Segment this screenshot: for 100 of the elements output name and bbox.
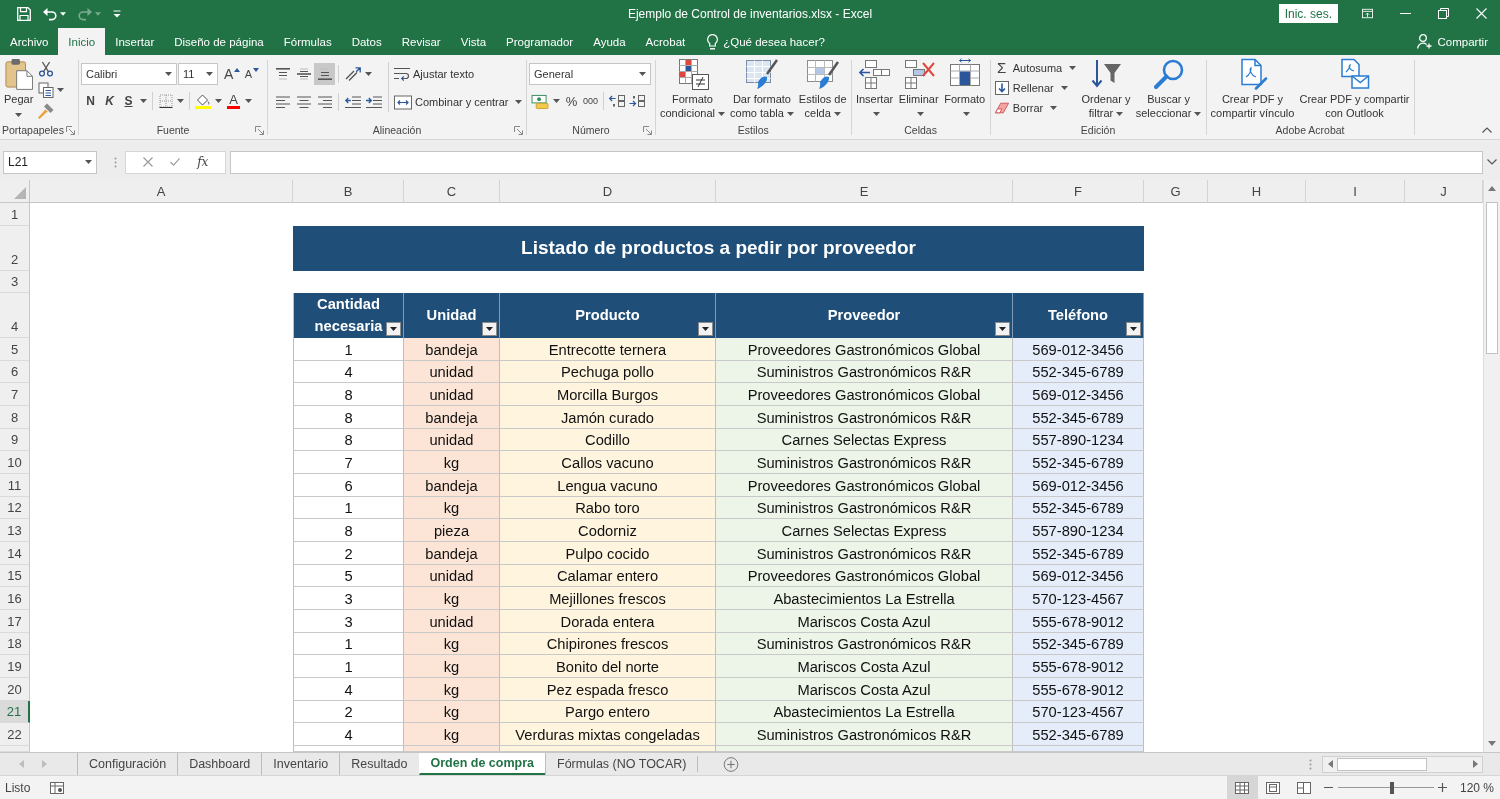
row-header[interactable]: 6 <box>0 360 30 384</box>
column-header[interactable]: D <box>500 180 716 203</box>
font-color-button[interactable]: A <box>224 90 243 112</box>
column-header[interactable]: H <box>1208 180 1306 203</box>
cell-styles-button[interactable]: Estilos de celda <box>796 56 849 121</box>
conditional-formatting-button[interactable]: Formato condicional <box>658 56 728 121</box>
row-header[interactable]: 15 <box>0 564 30 588</box>
column-header[interactable]: A <box>30 180 293 203</box>
row-header[interactable]: 4 <box>0 293 30 338</box>
zoom-in-button[interactable] <box>1435 780 1450 795</box>
underline-button[interactable]: S <box>119 90 138 112</box>
row-header[interactable]: 8 <box>0 405 30 429</box>
percent-style-button[interactable]: % <box>562 90 581 112</box>
row-header[interactable]: 3 <box>0 270 30 293</box>
vertical-scrollbar[interactable] <box>1483 180 1500 752</box>
create-pdf-link-button[interactable]: Crear PDF y compartir vínculo <box>1208 56 1297 121</box>
thousands-style-button[interactable]: 000 <box>581 90 601 112</box>
insert-function-button[interactable]: fx <box>194 152 212 172</box>
format-cells-button[interactable]: Formato <box>942 56 988 121</box>
find-select-button[interactable]: Buscar y seleccionar <box>1133 56 1204 121</box>
sheet-tab[interactable]: Orden de compra <box>418 753 545 775</box>
sort-filter-button[interactable]: Ordenar y filtrar <box>1079 56 1133 121</box>
column-header[interactable]: I <box>1306 180 1405 203</box>
row-header[interactable]: 10 <box>0 451 30 474</box>
align-bottom-button[interactable] <box>314 63 335 85</box>
table-cell: 555-678-9012 <box>1013 655 1144 678</box>
column-header[interactable]: G <box>1144 180 1208 203</box>
row-header[interactable]: 20 <box>0 677 30 701</box>
row-header[interactable]: 13 <box>0 519 30 542</box>
grid-icon <box>1235 780 1250 795</box>
dialog-launcher-button[interactable] <box>255 125 264 135</box>
format-as-table-button[interactable]: Dar formato como tabla <box>728 56 796 121</box>
row-header[interactable]: 5 <box>0 338 30 361</box>
sign-in-button[interactable]: Inic. ses. <box>1278 4 1338 23</box>
name-box-field[interactable]: L21 <box>3 150 97 174</box>
row-header[interactable]: 12 <box>0 496 30 520</box>
filter-button[interactable] <box>1126 322 1141 336</box>
dialog-launcher-button[interactable] <box>66 125 75 135</box>
clear-button[interactable]: Borrar <box>992 98 1079 118</box>
ribbon-tab[interactable]: Fórmulas <box>273 28 342 55</box>
horizontal-scrollbar[interactable] <box>1322 755 1483 773</box>
share-button[interactable]: Compartir <box>1404 28 1500 55</box>
row-header[interactable]: 18 <box>0 632 30 656</box>
column-header[interactable]: B <box>293 180 404 203</box>
filter-button[interactable] <box>386 322 401 336</box>
dialog-launcher-button[interactable] <box>514 125 523 135</box>
column-heading: Producto <box>575 305 640 325</box>
ribbon-tab[interactable]: Acrobat <box>635 28 696 55</box>
ribbon-tab[interactable]: Programador <box>496 28 584 55</box>
insert-cells-button[interactable]: Insertar <box>853 56 896 121</box>
row-header[interactable]: 17 <box>0 609 30 633</box>
scrollbar-thumb[interactable] <box>1337 757 1427 771</box>
dialog-launcher-button[interactable] <box>643 125 652 135</box>
paste-button[interactable]: Pegar <box>2 56 36 121</box>
ribbon-tab[interactable]: Archivo <box>0 28 59 55</box>
column-header[interactable]: C <box>404 180 500 203</box>
font-size-field[interactable]: 11 <box>178 63 218 85</box>
column-header[interactable]: E <box>716 180 1013 203</box>
row-header[interactable]: 2 <box>0 225 30 271</box>
fill-button[interactable]: Rellenar <box>992 78 1079 98</box>
copy-button[interactable] <box>36 80 67 100</box>
tell-me-button[interactable]: ¿Qué desea hacer? <box>695 28 837 55</box>
macro-record-button[interactable] <box>50 780 65 795</box>
italic-button[interactable]: K <box>100 90 119 112</box>
row-header[interactable]: 21 <box>0 700 30 724</box>
row-header[interactable]: 14 <box>0 541 30 565</box>
row-header[interactable]: 7 <box>0 383 30 406</box>
increase-font-size-button[interactable]: A <box>222 63 243 85</box>
decrease-font-size-button[interactable]: A <box>242 63 262 85</box>
ribbon-tab[interactable]: Datos <box>341 28 392 55</box>
row-header[interactable]: 9 <box>0 428 30 452</box>
filter-button[interactable] <box>698 322 713 336</box>
row-header[interactable]: 22 <box>0 723 30 746</box>
bold-button[interactable]: N <box>81 90 100 112</box>
ribbon-tab[interactable]: Revisar <box>391 28 451 55</box>
ribbon-tab[interactable]: Ayuda <box>583 28 636 55</box>
merge-center-button[interactable]: Combinar y centrar <box>393 91 523 113</box>
ribbon-tab[interactable]: Insertar <box>105 28 165 55</box>
ribbon-tab[interactable]: Diseño de página <box>164 28 274 55</box>
ribbon-tab[interactable]: Vista <box>450 28 497 55</box>
normal-view-button[interactable] <box>1226 776 1258 799</box>
zoom-slider-thumb[interactable] <box>1389 781 1394 794</box>
number-format-field[interactable]: General <box>529 63 651 85</box>
delete-cells-button[interactable]: Eliminar <box>896 56 941 121</box>
font-name-field[interactable]: Calibri <box>81 63 177 85</box>
autosum-button[interactable]: Σ Autosuma <box>992 58 1079 78</box>
column-header[interactable]: F <box>1013 180 1144 203</box>
column-header[interactable]: J <box>1405 180 1483 203</box>
create-pdf-outlook-button[interactable]: Crear PDF y compartir con Outlook <box>1297 56 1412 121</box>
wrap-text-button[interactable]: Ajustar texto <box>393 63 523 85</box>
formula-input-field[interactable] <box>230 150 1483 174</box>
scrollbar-thumb[interactable] <box>1486 202 1498 354</box>
row-header[interactable]: 16 <box>0 587 30 610</box>
ribbon-tab[interactable]: Inicio <box>58 28 106 55</box>
filter-button[interactable] <box>995 322 1010 336</box>
row-header[interactable]: 19 <box>0 655 30 678</box>
row-header[interactable]: 11 <box>0 473 30 497</box>
collapse-ribbon-button[interactable] <box>1482 127 1492 133</box>
row-header[interactable]: 1 <box>0 203 30 226</box>
filter-button[interactable] <box>482 322 497 336</box>
